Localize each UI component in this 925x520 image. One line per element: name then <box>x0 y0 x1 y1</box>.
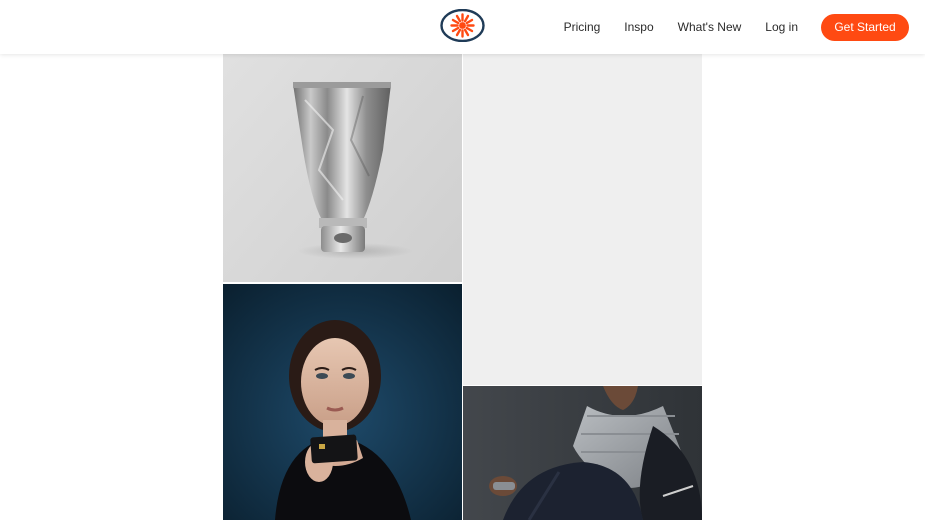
logo-ray <box>463 14 470 23</box>
logo-ray <box>455 28 462 37</box>
gallery-image-man-vest[interactable] <box>463 386 702 520</box>
woman-with-card-photo <box>223 284 462 520</box>
get-started-button[interactable]: Get Started <box>821 13 909 41</box>
logo-ray <box>463 28 470 37</box>
logo-ray <box>451 26 460 33</box>
nav-link-inspo[interactable]: Inspo <box>624 20 653 34</box>
gallery-image-placeholder[interactable] <box>463 0 702 385</box>
logo-ray <box>455 14 462 23</box>
top-navigation-bar: Pricing Inspo What's New Log in Get Star… <box>0 0 925 54</box>
sunburst-logo-icon[interactable] <box>440 8 485 43</box>
main-nav: Pricing Inspo What's New Log in Get Star… <box>564 0 925 54</box>
nav-link-log-in[interactable]: Log in <box>765 20 798 34</box>
nav-link-whats-new[interactable]: What's New <box>678 20 742 34</box>
logo-ray <box>451 18 460 25</box>
man-in-vest-photo <box>463 386 702 520</box>
nav-link-pricing[interactable]: Pricing <box>564 20 601 34</box>
logo-ray <box>465 26 474 33</box>
page: Pricing Inspo What's New Log in Get Star… <box>0 0 925 520</box>
logo-ray <box>465 18 474 25</box>
gallery-image-woman-card[interactable] <box>223 284 462 520</box>
image-gallery <box>223 0 702 520</box>
